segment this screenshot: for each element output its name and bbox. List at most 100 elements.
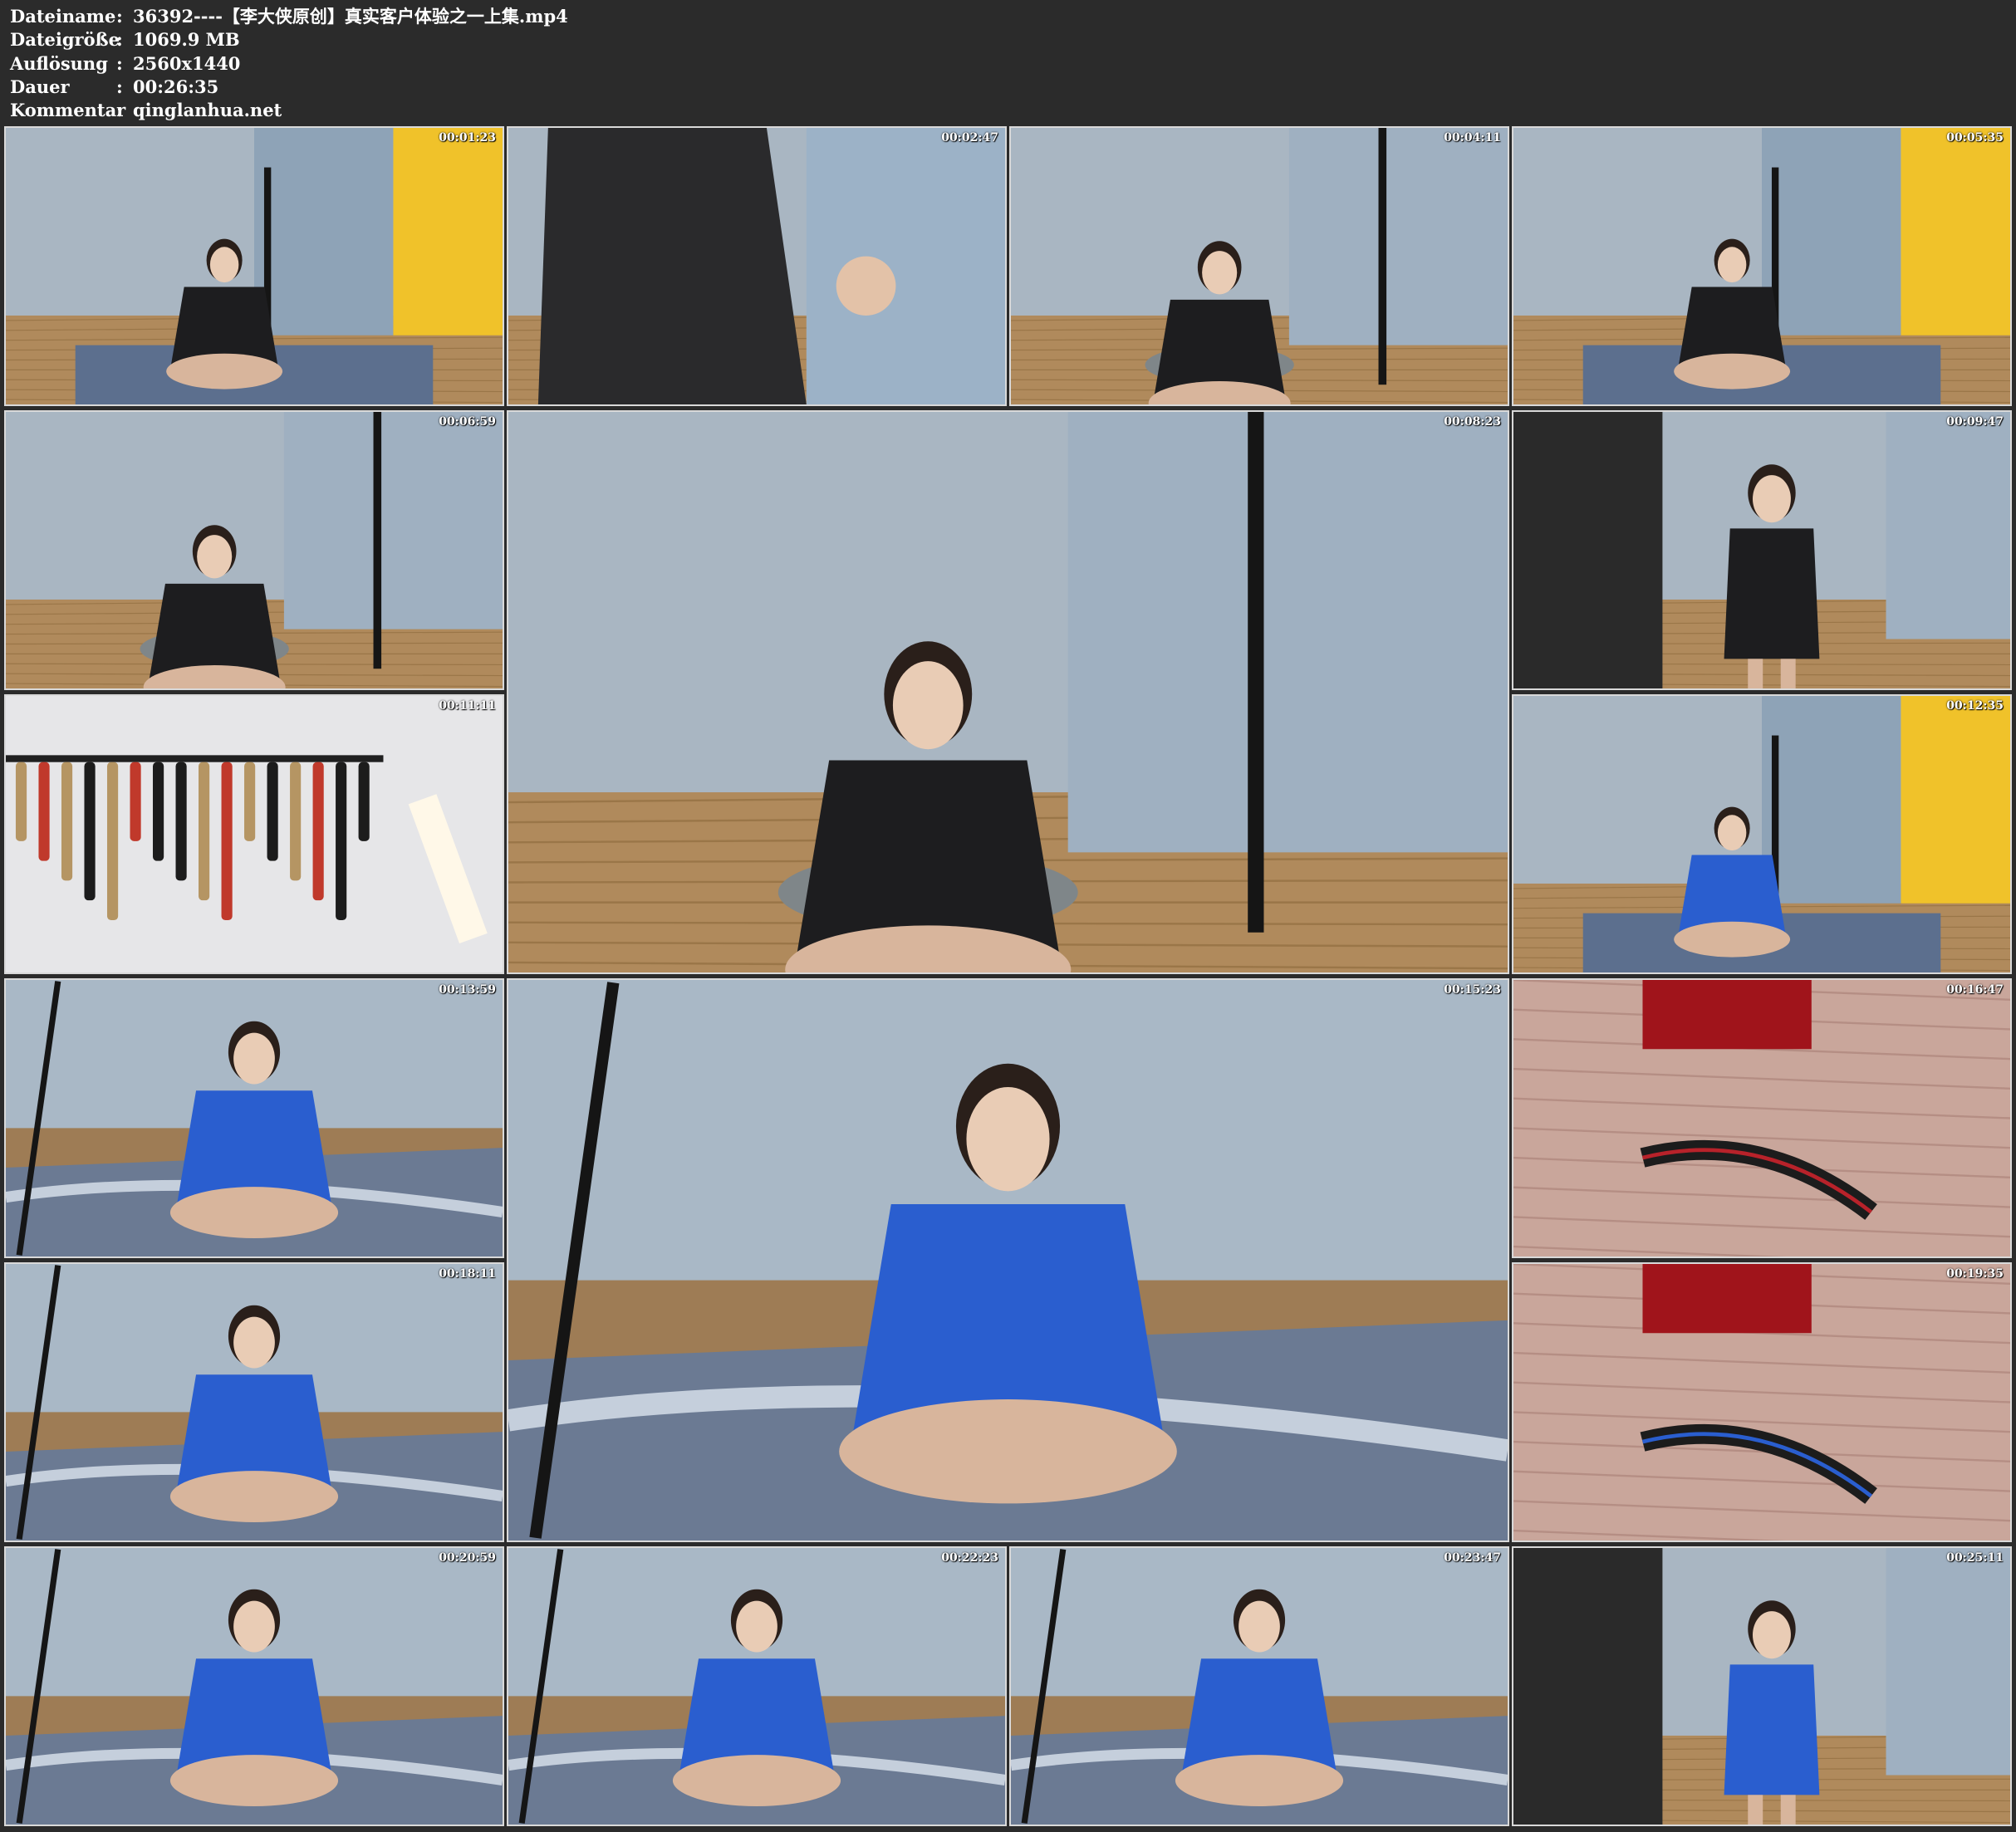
- curtain: [1288, 128, 1508, 345]
- video-thumbnail: 00:15:23: [507, 978, 1509, 1542]
- curtain: [1762, 128, 1901, 336]
- video-thumbnail: 00:20:59: [4, 1546, 504, 1826]
- video-thumbnail: 00:08:23: [507, 410, 1509, 974]
- thumbnail-image: [6, 1264, 503, 1541]
- jacket: [537, 128, 807, 404]
- knees: [169, 1471, 339, 1522]
- frame-timestamp: 00:15:23: [1444, 983, 1501, 997]
- leg: [1748, 1795, 1763, 1825]
- video-thumbnail: 00:22:23: [507, 1546, 1007, 1826]
- leg: [1748, 659, 1763, 688]
- thumbnail-image: [6, 128, 503, 404]
- curtain: [1067, 412, 1508, 853]
- hanging-rope: [358, 762, 370, 841]
- frame-timestamp: 00:06:59: [439, 415, 496, 429]
- hanging-rope: [84, 762, 96, 901]
- thumbnail-image: [6, 696, 503, 972]
- knees: [672, 1755, 841, 1806]
- knees: [169, 1755, 339, 1806]
- hand: [836, 256, 896, 316]
- knees: [169, 1187, 339, 1238]
- face: [736, 1600, 777, 1653]
- hanging-rope: [130, 762, 141, 841]
- yellow-curtain: [393, 128, 503, 336]
- video-thumbnail: 00:25:11: [1512, 1546, 2012, 1826]
- thumbnail-image: [6, 412, 503, 688]
- face: [1202, 251, 1238, 295]
- face: [1717, 815, 1747, 851]
- video-thumbnail: 00:06:59: [4, 410, 504, 690]
- yellow-curtain: [1901, 128, 2010, 336]
- face: [1752, 475, 1791, 523]
- yellow-curtain: [1901, 696, 2010, 904]
- knees: [1674, 353, 1791, 389]
- curtain: [1886, 412, 2010, 639]
- foreground-person: [1513, 412, 1663, 688]
- video-thumbnail: 00:13:59: [4, 978, 504, 1258]
- thumbnail-image: [1513, 128, 2010, 404]
- uniform: [1724, 528, 1820, 659]
- curtain: [283, 412, 503, 629]
- stand-pole: [373, 412, 382, 669]
- thumbnail-image: [1513, 1548, 2010, 1825]
- frame-timestamp: 00:04:11: [1444, 131, 1501, 145]
- frame-timestamp: 00:05:35: [1946, 131, 2004, 145]
- uniform: [1724, 1664, 1820, 1795]
- thumbnail-image: [6, 980, 503, 1256]
- leg: [1780, 659, 1796, 688]
- face: [233, 1032, 275, 1085]
- hanging-rope: [15, 762, 27, 841]
- face: [209, 247, 239, 283]
- hanging-rope: [221, 762, 233, 920]
- hanging-rope: [336, 762, 347, 920]
- video-thumbnail: 00:09:47: [1512, 410, 2012, 690]
- thumbnail-image: [1513, 696, 2010, 972]
- video-thumbnail: 00:11:11: [4, 694, 504, 974]
- knees: [1175, 1755, 1344, 1806]
- thumbnail-image: [1011, 1548, 1508, 1825]
- hanging-rope: [38, 762, 50, 861]
- video-thumbnail: 00:12:35: [1512, 694, 2012, 974]
- hanging-rope: [312, 762, 324, 901]
- curtain: [806, 128, 1005, 404]
- frame-timestamp: 00:16:47: [1946, 983, 2004, 997]
- foreground-person: [1513, 1548, 1663, 1825]
- hanging-rope: [153, 762, 164, 861]
- thumbnail-image: [1513, 1264, 2010, 1541]
- video-thumbnail: 00:18:11: [4, 1262, 504, 1542]
- face: [1752, 1611, 1791, 1659]
- face: [197, 535, 233, 579]
- thumbnail-image: [6, 1548, 503, 1825]
- frame-timestamp: 00:13:59: [439, 983, 496, 997]
- frame-timestamp: 00:11:11: [439, 699, 496, 713]
- thumbnail-image: [1513, 412, 2010, 688]
- video-thumbnail: 00:02:47: [507, 126, 1007, 406]
- hanging-rope: [106, 762, 119, 920]
- video-thumbnail: 00:19:35: [1512, 1262, 2012, 1542]
- curtain: [254, 128, 394, 336]
- frame-timestamp: 00:23:47: [1444, 1551, 1501, 1565]
- video-thumbnail: 00:16:47: [1512, 978, 2012, 1258]
- thumbnail-image: [508, 980, 1508, 1541]
- knees: [1674, 921, 1791, 958]
- hanging-rope: [199, 762, 210, 901]
- hanging-rope: [61, 762, 73, 881]
- frame-timestamp: 00:09:47: [1946, 415, 2004, 429]
- knees: [839, 1399, 1177, 1504]
- thumbnail-image: [1513, 980, 2010, 1256]
- stand-pole: [1248, 412, 1264, 933]
- frame-timestamp: 00:01:23: [439, 131, 496, 145]
- frame-timestamp: 00:02:47: [941, 131, 998, 145]
- leg: [1780, 1795, 1796, 1825]
- face: [1717, 247, 1747, 283]
- video-thumbnail: 00:05:35: [1512, 126, 2012, 406]
- frame-timestamp: 00:08:23: [1444, 415, 1501, 429]
- thumbnail-image: [508, 128, 1005, 404]
- stand-pole: [1378, 128, 1387, 385]
- rack-bar: [6, 755, 384, 762]
- face: [892, 661, 964, 750]
- knees: [166, 353, 283, 389]
- face: [233, 1316, 275, 1369]
- curtain: [1762, 696, 1901, 904]
- curtain: [1886, 1548, 2010, 1776]
